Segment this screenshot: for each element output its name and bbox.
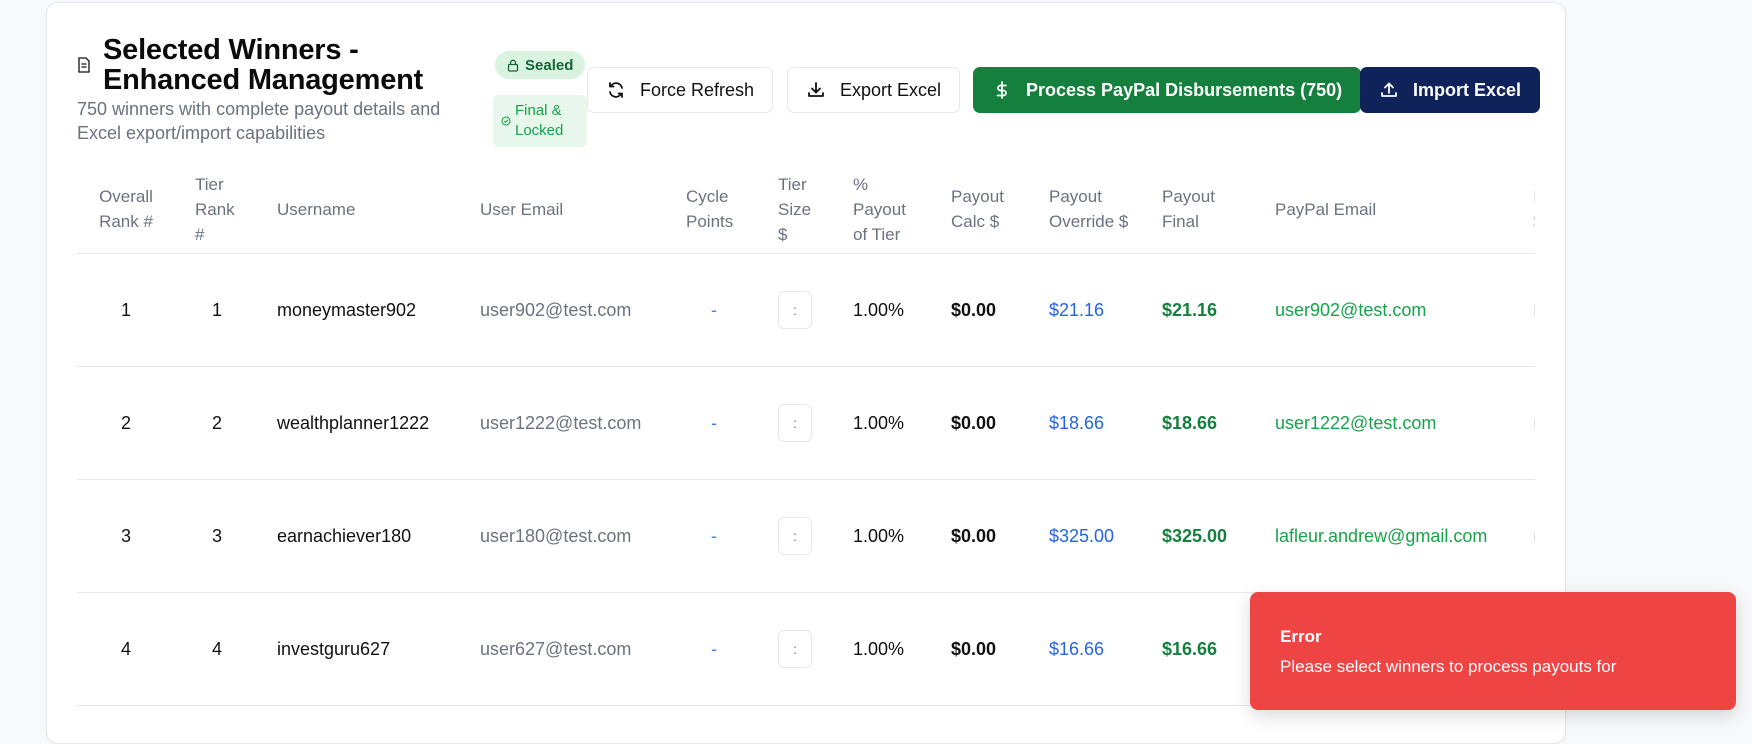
col-payout-override[interactable]: Payout Override $ bbox=[1049, 165, 1129, 253]
payout-calc-cell: $0.00 bbox=[951, 638, 997, 659]
col-user-email[interactable]: User Email bbox=[480, 165, 640, 253]
export-excel-button[interactable]: Export Excel bbox=[787, 67, 961, 113]
col-paypal-email[interactable]: PayPal Email bbox=[1275, 165, 1475, 253]
payout-calc-cell: $0.00 bbox=[951, 525, 997, 546]
check-circle-icon bbox=[501, 116, 511, 126]
cycle-points-cell: - bbox=[711, 638, 717, 659]
col-payout-final[interactable]: Payout Final bbox=[1162, 165, 1226, 253]
col-cycle-points[interactable]: Cycle Points bbox=[686, 165, 748, 253]
username-cell: wealthplanner1222 bbox=[277, 412, 430, 433]
cycle-points-cell: - bbox=[711, 412, 717, 433]
pct-payout-cell: 1.00% bbox=[853, 412, 905, 433]
table-row[interactable]: 3 3 earnachiever180 user180@test.com - :… bbox=[77, 480, 1535, 593]
tier-size-input[interactable]: : bbox=[778, 630, 812, 668]
cycle-points-cell: - bbox=[711, 525, 717, 546]
tier-size-cell: : bbox=[778, 593, 818, 705]
payout-override-cell[interactable]: $21.16 bbox=[1049, 254, 1149, 366]
tier-size-input[interactable]: : bbox=[778, 291, 812, 329]
table-row[interactable]: 2 2 wealthplanner1222 user1222@test.com … bbox=[77, 367, 1535, 480]
page-title: Selected Winners - Enhanced Management bbox=[103, 34, 424, 96]
document-icon bbox=[78, 57, 90, 73]
username-cell: investguru627 bbox=[277, 638, 391, 659]
final-locked-badge: Final & Locked bbox=[493, 95, 587, 147]
col-payout-calc[interactable]: Payout Calc $ bbox=[951, 165, 1015, 253]
process-paypal-button[interactable]: Process PayPal Disbursements (750) bbox=[973, 67, 1362, 113]
process-paypal-label: Process PayPal Disbursements (750) bbox=[1026, 79, 1343, 100]
table-header: Overall Rank # Tier Rank # Username User… bbox=[77, 165, 1535, 254]
user-email-cell: user180@test.com bbox=[480, 525, 632, 546]
payout-override-cell[interactable]: $16.66 bbox=[1049, 593, 1149, 705]
tier-rank-cell: 1 bbox=[211, 299, 222, 320]
col-overall-rank[interactable]: Overall Rank # bbox=[77, 165, 175, 253]
overall-rank-cell: 1 bbox=[120, 299, 131, 320]
paypal-email-cell: lafleur.andrew@gmail.com bbox=[1275, 525, 1488, 546]
user-email-cell: user627@test.com bbox=[480, 638, 632, 659]
tier-size-cell: : bbox=[778, 480, 818, 592]
sealed-badge-label: Sealed bbox=[525, 56, 574, 74]
refresh-icon bbox=[609, 82, 623, 98]
tier-size-cell: : bbox=[778, 367, 818, 479]
overall-rank-cell: 3 bbox=[120, 525, 131, 546]
partial-cell: ▯ bbox=[1533, 254, 1535, 366]
force-refresh-button[interactable]: Force Refresh bbox=[587, 67, 774, 113]
pct-payout-cell: 1.00% bbox=[853, 638, 905, 659]
tier-size-input[interactable]: : bbox=[778, 404, 812, 442]
export-excel-label: Export Excel bbox=[840, 79, 942, 100]
col-tier-rank[interactable]: Tier Rank # bbox=[195, 165, 247, 253]
tier-size-input[interactable]: : bbox=[778, 517, 812, 555]
col-username[interactable]: Username bbox=[277, 165, 437, 253]
payout-calc-cell: $0.00 bbox=[951, 412, 997, 433]
col-partial: F $ bbox=[1533, 165, 1535, 253]
payout-final-cell: $18.66 bbox=[1162, 412, 1218, 433]
partial-cell: ▯ bbox=[1533, 367, 1535, 479]
table-row[interactable]: 1 1 moneymaster902 user902@test.com - : … bbox=[77, 254, 1535, 367]
pct-payout-cell: 1.00% bbox=[853, 525, 905, 546]
final-locked-label: Final & Locked bbox=[515, 102, 564, 139]
overall-rank-cell: 2 bbox=[120, 412, 131, 433]
sealed-badge: Sealed bbox=[495, 51, 586, 79]
tier-rank-cell: 2 bbox=[211, 412, 222, 433]
import-excel-button[interactable]: Import Excel bbox=[1360, 67, 1541, 113]
upload-icon bbox=[1381, 82, 1397, 97]
overall-rank-cell: 4 bbox=[120, 638, 131, 659]
user-email-cell: user1222@test.com bbox=[480, 412, 642, 433]
error-toast[interactable]: Error Please select winners to process p… bbox=[1250, 592, 1736, 710]
partial-cell: ▯ bbox=[1533, 480, 1535, 592]
tier-rank-cell: 4 bbox=[211, 638, 222, 659]
col-pct-payout[interactable]: % Payout of Tier bbox=[853, 165, 917, 253]
payout-final-cell: $16.66 bbox=[1162, 638, 1218, 659]
page-subtitle: 750 winners with complete payout details… bbox=[77, 99, 441, 143]
cycle-points-cell: - bbox=[711, 299, 717, 320]
payout-override-cell[interactable]: $18.66 bbox=[1049, 367, 1149, 479]
paypal-email-cell: user1222@test.com bbox=[1275, 412, 1437, 433]
pct-payout-cell: 1.00% bbox=[853, 299, 905, 320]
username-cell: moneymaster902 bbox=[277, 299, 417, 320]
toast-message: Please select winners to process payouts… bbox=[1280, 657, 1617, 676]
tier-rank-cell: 3 bbox=[211, 525, 222, 546]
toast-title: Error bbox=[1280, 627, 1322, 646]
import-excel-label: Import Excel bbox=[1413, 79, 1522, 100]
user-email-cell: user902@test.com bbox=[480, 299, 632, 320]
dollar-icon bbox=[996, 81, 1007, 99]
force-refresh-label: Force Refresh bbox=[640, 79, 755, 100]
paypal-email-cell: user902@test.com bbox=[1275, 299, 1427, 320]
payout-calc-cell: $0.00 bbox=[951, 299, 997, 320]
col-tier-size[interactable]: Tier Size $ bbox=[778, 165, 822, 253]
payout-override-cell[interactable]: $325.00 bbox=[1049, 480, 1149, 592]
lock-icon bbox=[507, 59, 519, 72]
tier-size-cell: : bbox=[778, 254, 818, 366]
download-icon bbox=[808, 82, 824, 97]
username-cell: earnachiever180 bbox=[277, 525, 412, 546]
payout-final-cell: $21.16 bbox=[1162, 299, 1218, 320]
payout-final-cell: $325.00 bbox=[1162, 525, 1228, 546]
